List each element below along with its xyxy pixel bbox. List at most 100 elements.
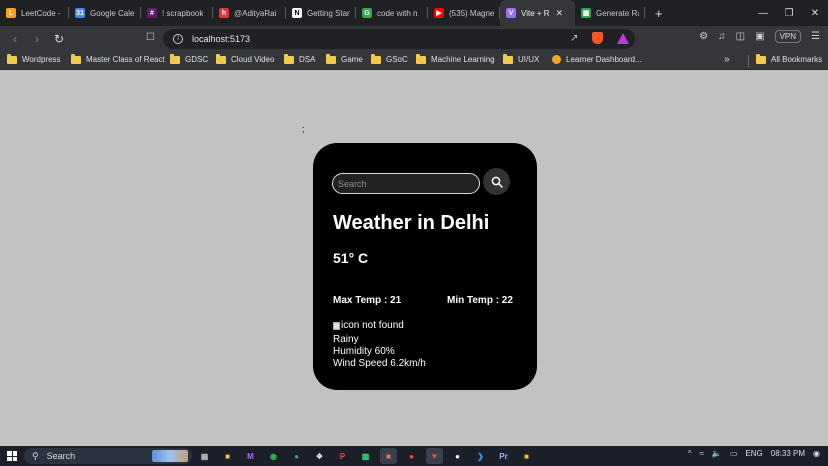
omnibox-actions: ↗ — [570, 32, 630, 44]
close-window-icon[interactable]: ✕ — [802, 8, 828, 19]
wifi-icon[interactable]: ≈ — [700, 449, 704, 458]
folder-icon — [71, 53, 81, 64]
app-icon[interactable]: P — [334, 448, 351, 464]
address-bar[interactable]: i localhost:5173 — [163, 29, 635, 49]
hidden-icons-icon[interactable]: ^ — [688, 449, 692, 458]
stray-text: ; — [302, 124, 305, 134]
bookmarks-overflow-button[interactable]: » — [724, 54, 730, 65]
tab[interactable]: N Getting Start — [286, 0, 356, 26]
app-icon[interactable]: ● — [449, 448, 466, 464]
extensions-icon[interactable]: ⚙ — [699, 31, 708, 42]
app-icon[interactable]: ■ — [380, 448, 397, 464]
app-icon[interactable]: ❖ — [311, 448, 328, 464]
bookmark-item[interactable]: GDSC — [170, 53, 208, 64]
bookmark-label: Game — [341, 55, 363, 64]
leetcode-icon: L — [6, 8, 16, 18]
vscode-icon[interactable]: ❯ — [472, 448, 489, 464]
bookmark-label: UI/UX — [518, 55, 540, 64]
premiere-icon[interactable]: Pr — [495, 448, 512, 464]
restore-icon[interactable]: ❐ — [776, 8, 802, 19]
bookmark-label: Master Class of React — [86, 55, 165, 64]
weather-icon-broken: icon not found — [333, 320, 404, 332]
generator-icon: ▦ — [581, 8, 591, 18]
bookmark-label: Learner Dashboard... — [566, 55, 642, 64]
bookmark-item[interactable]: Learner Dashboard... — [552, 55, 642, 64]
bookmark-label: GSoC — [386, 55, 408, 64]
bookmark-label: Cloud Video — [231, 55, 275, 64]
close-tab-icon[interactable]: ✕ — [556, 8, 564, 19]
search-input[interactable] — [332, 173, 480, 194]
search-button[interactable] — [483, 168, 510, 195]
bookmark-item[interactable]: Machine Learning — [416, 53, 495, 64]
tab[interactable]: ▶ (535) Magne — [428, 0, 500, 26]
tab[interactable]: Gcode with n — [356, 0, 428, 26]
brave-browser-icon[interactable]: ▼ — [426, 448, 443, 464]
tab[interactable]: # ! scrapbook — [141, 0, 213, 26]
system-tray: ^ ≈ 🔈 ▭ ENG 08:33 PM ◉ — [688, 449, 820, 458]
google-calendar-icon: 31 — [75, 8, 85, 18]
bookmark-item[interactable]: DSA — [284, 53, 315, 64]
tab[interactable]: ▦ Generate Ra — [575, 0, 645, 26]
all-bookmarks-button[interactable]: All Bookmarks — [756, 53, 823, 64]
icon-alt-text: icon not found — [341, 320, 404, 331]
bookmark-item[interactable]: Game — [326, 53, 363, 64]
tab-title: Google Cale — [90, 8, 135, 18]
notifications-icon[interactable]: ◉ — [813, 449, 820, 458]
site-info-icon[interactable]: i — [173, 34, 183, 44]
language-indicator[interactable]: ENG — [745, 449, 762, 458]
temperature: 51° C — [333, 250, 369, 266]
tab[interactable]: V Vite + R ✕ — [500, 0, 575, 26]
tab[interactable]: h @AdityaRai — [213, 0, 286, 26]
battery-icon[interactable]: ▭ — [730, 449, 738, 458]
humidity: Humidity 60% — [333, 346, 395, 357]
task-view-icon[interactable]: ▦ — [196, 448, 213, 464]
tab-title: Getting Start — [307, 8, 350, 18]
windows-start-icon[interactable] — [7, 451, 17, 461]
tab[interactable]: 31 Google Cale — [69, 0, 141, 26]
tab-strip: L LeetCode - T 31 Google Cale # ! scrapbook h @… — [0, 0, 828, 26]
bookmarks-divider — [748, 55, 749, 67]
menu-icon[interactable]: ☰ — [811, 31, 820, 42]
spotify-icon[interactable]: ● — [288, 448, 305, 464]
taskbar-search[interactable]: ⚲ Search — [24, 448, 192, 464]
sidebar-icon[interactable]: ◫ — [736, 31, 745, 42]
tab-title: ! scrapbook — [162, 8, 204, 18]
bookmark-item[interactable]: UI/UX — [503, 53, 540, 64]
hashnode-icon: h — [219, 8, 229, 18]
tab[interactable]: L LeetCode - T — [0, 0, 69, 26]
broken-image-icon — [333, 322, 340, 330]
minimize-icon[interactable]: — — [750, 8, 776, 19]
app-icon[interactable]: ▩ — [357, 448, 374, 464]
bookmark-item[interactable]: Master Class of React — [71, 53, 165, 64]
folder-icon — [7, 53, 17, 64]
all-bookmarks-label: All Bookmarks — [771, 55, 823, 64]
share-icon[interactable]: ↗ — [570, 33, 578, 44]
vpn-button[interactable]: VPN — [774, 30, 802, 43]
reload-icon[interactable]: ↻ — [48, 32, 70, 46]
back-icon[interactable]: ‹ — [4, 32, 26, 46]
brave-rewards-icon[interactable] — [617, 32, 630, 44]
brave-shields-icon[interactable] — [592, 32, 604, 44]
taskbar-apps: ▦ ■ M ◉ ● ❖ P ▩ ■ ● ▼ ● ❯ Pr ■ — [196, 448, 535, 464]
new-tab-button[interactable]: + — [645, 6, 673, 21]
bookmark-item[interactable]: Cloud Video — [216, 53, 275, 64]
wallet-icon[interactable]: ▣ — [755, 31, 764, 42]
folder-icon — [503, 53, 513, 64]
bookmark-item[interactable]: GSoC — [371, 53, 408, 64]
edge-icon[interactable]: ◉ — [265, 448, 282, 464]
visual-studio-icon[interactable]: M — [242, 448, 259, 464]
volume-icon[interactable]: 🔈 — [712, 449, 722, 458]
bookmark-item[interactable]: Wordpress — [7, 53, 61, 64]
media-icon[interactable]: ♫ — [718, 31, 726, 42]
bookmarks-bar: Wordpress Master Class of React GDSC Cloud … — [0, 52, 828, 70]
notes-icon[interactable]: ■ — [518, 448, 535, 464]
bookmark-icon[interactable]: ☐ — [146, 32, 155, 43]
forward-icon[interactable]: › — [26, 32, 48, 46]
search-highlight-image — [152, 450, 188, 462]
folder-icon — [326, 53, 336, 64]
tab-title: (535) Magne — [449, 8, 494, 18]
app-icon[interactable]: ● — [403, 448, 420, 464]
file-explorer-icon[interactable]: ■ — [219, 448, 236, 464]
max-temp: Max Temp : 21 — [333, 295, 402, 306]
clock[interactable]: 08:33 PM — [771, 449, 805, 458]
